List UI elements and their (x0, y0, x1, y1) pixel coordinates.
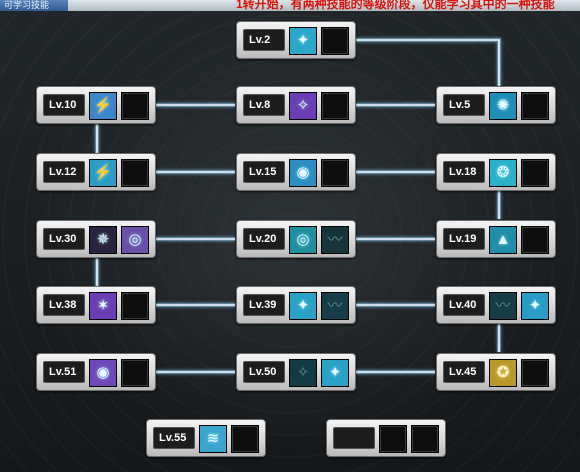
skill-slot[interactable]: ✺ (489, 92, 517, 120)
level-label: Lv.40 (443, 294, 485, 316)
skill-slot[interactable]: ❂ (489, 159, 517, 187)
skill-slot-empty[interactable] (121, 159, 149, 187)
wind-blade-icon: ✦ (290, 28, 316, 54)
skill-slot[interactable]: ▲ (489, 226, 517, 254)
level-label: Lv.20 (243, 228, 285, 250)
skill-slot[interactable]: ◎ (289, 226, 317, 254)
level-label: Lv.8 (243, 94, 285, 116)
skill-slot-empty[interactable] (121, 292, 149, 320)
skill-slot-empty[interactable] (521, 159, 549, 187)
skill-slot[interactable]: ✵ (89, 226, 117, 254)
level-label: Lv.45 (443, 361, 485, 383)
void-portal-icon: ◎ (122, 227, 148, 253)
skill-slot[interactable]: ✧ (289, 92, 317, 120)
skill-slot-empty[interactable] (231, 425, 259, 453)
skill-card-lv10: Lv.10 ⚡ (36, 86, 156, 124)
skill-slot[interactable]: 〰 (321, 292, 349, 320)
skill-card-lv39: Lv.39 ✦ 〰 (236, 286, 356, 324)
skill-card-lv40: Lv.40 〰 ✦ (436, 286, 556, 324)
skill-slot-empty[interactable] (521, 92, 549, 120)
lightning-icon: ⚡ (90, 160, 116, 186)
skill-slot[interactable]: 〰 (321, 226, 349, 254)
skill-slot[interactable]: ✦ (289, 27, 317, 55)
skill-slot-empty[interactable] (521, 359, 549, 387)
skill-slot[interactable]: ◎ (121, 226, 149, 254)
skill-slot[interactable]: 〰 (489, 292, 517, 320)
purple-aura-icon: ◉ (90, 360, 116, 386)
skill-card-lv45: Lv.45 ✪ (436, 353, 556, 391)
skill-slot[interactable]: ✦ (321, 359, 349, 387)
skill-card-lv30: Lv.30 ✵ ◎ (36, 220, 156, 258)
skill-card-lv50: Lv.50 ✧ ✦ (236, 353, 356, 391)
skill-slot-empty[interactable] (321, 159, 349, 187)
skill-card-lv5: Lv.5 ✺ (436, 86, 556, 124)
dark-slash-icon: 〰 (322, 227, 348, 253)
shadow-strike-icon: ✧ (290, 93, 316, 119)
level-label: Lv.10 (43, 94, 85, 116)
wind-wave-icon: ≋ (200, 426, 226, 452)
level-label: Lv.50 (243, 361, 285, 383)
skill-slot[interactable]: ✶ (89, 292, 117, 320)
skill-slot-empty[interactable] (321, 92, 349, 120)
skill-card-lv19: Lv.19 ▲ (436, 220, 556, 258)
dark-blade-icon: 〰 (322, 293, 348, 319)
skill-slot-empty[interactable] (411, 425, 439, 453)
skill-card-lv8: Lv.8 ✧ (236, 86, 356, 124)
skill-card-lv15: Lv.15 ◉ (236, 153, 356, 191)
ice-sword-icon: ✦ (322, 360, 348, 386)
skill-card-lv38: Lv.38 ✶ (36, 286, 156, 324)
skill-slot[interactable]: ✧ (289, 359, 317, 387)
abyss-claw-icon: ✧ (290, 360, 316, 386)
shadow-wing-icon: 〰 (490, 293, 516, 319)
level-label: Lv.5 (443, 94, 485, 116)
skill-slot[interactable]: ◉ (89, 359, 117, 387)
skill-slot-empty[interactable] (121, 359, 149, 387)
skill-card-lv18: Lv.18 ❂ (436, 153, 556, 191)
level-label: Lv.39 (243, 294, 285, 316)
skill-card-blank (326, 419, 446, 457)
skill-slot-empty[interactable] (321, 27, 349, 55)
skill-slot[interactable]: ⚡ (89, 92, 117, 120)
skill-card-lv55: Lv.55 ≋ (146, 419, 266, 457)
orb-icon: ◉ (290, 160, 316, 186)
skill-slot-empty[interactable] (121, 92, 149, 120)
demon-summon-icon: ✶ (90, 293, 116, 319)
tornado-icon: ▲ (490, 227, 516, 253)
aura-burst-icon: ✺ (490, 93, 516, 119)
skill-slot[interactable]: ◉ (289, 159, 317, 187)
golden-relic-icon: ✪ (490, 360, 516, 386)
level-label: Lv.18 (443, 161, 485, 183)
level-label: Lv.15 (243, 161, 285, 183)
skill-slot-empty[interactable] (521, 226, 549, 254)
blade-storm-icon: ✦ (290, 293, 316, 319)
skill-card-lv51: Lv.51 ◉ (36, 353, 156, 391)
shield-burst-icon: ❂ (490, 160, 516, 186)
skill-slot[interactable]: ≋ (199, 425, 227, 453)
level-label: Lv.2 (243, 29, 285, 51)
skill-card-lv20: Lv.20 ◎ 〰 (236, 220, 356, 258)
spear-strike-icon: ✦ (522, 293, 548, 319)
skill-slot[interactable]: ✦ (289, 292, 317, 320)
skill-slot-empty[interactable] (379, 425, 407, 453)
slash-icon: ⚡ (90, 93, 116, 119)
level-label: Lv.30 (43, 228, 85, 250)
spiral-icon: ◎ (290, 227, 316, 253)
skill-card-lv12: Lv.12 ⚡ (36, 153, 156, 191)
skill-slot[interactable]: ✪ (489, 359, 517, 387)
level-label: Lv.12 (43, 161, 85, 183)
level-label-empty (333, 427, 375, 449)
level-label: Lv.38 (43, 294, 85, 316)
skill-slot[interactable]: ✦ (521, 292, 549, 320)
skill-slot[interactable]: ⚡ (89, 159, 117, 187)
dark-ritual-icon: ✵ (90, 227, 116, 253)
level-label: Lv.55 (153, 427, 195, 449)
level-label: Lv.51 (43, 361, 85, 383)
skill-card-lv2: Lv.2 ✦ (236, 21, 356, 59)
level-label: Lv.19 (443, 228, 485, 250)
